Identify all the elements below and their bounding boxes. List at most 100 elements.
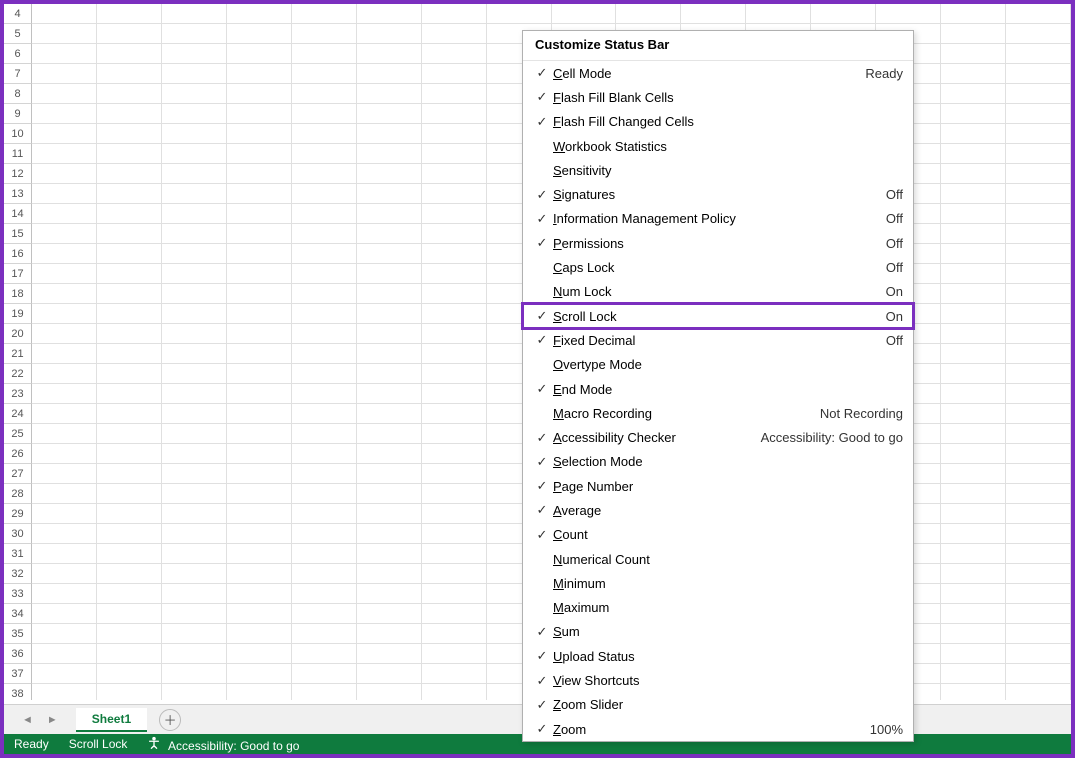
cell[interactable] [1006, 644, 1071, 664]
menu-item-workbook-statistics[interactable]: Workbook Statistics [523, 134, 913, 158]
customize-status-bar-menu[interactable]: Customize Status Bar ✓Cell ModeReady✓Fla… [522, 30, 914, 742]
cell[interactable] [422, 464, 487, 484]
cell[interactable] [941, 444, 1006, 464]
cell[interactable] [292, 384, 357, 404]
cell[interactable] [422, 524, 487, 544]
cell[interactable] [97, 84, 162, 104]
cell[interactable] [292, 204, 357, 224]
cell[interactable] [97, 104, 162, 124]
cell[interactable] [292, 424, 357, 444]
cell[interactable] [422, 264, 487, 284]
cell[interactable] [162, 424, 227, 444]
add-sheet-button[interactable]: ＋ [159, 709, 181, 731]
cell[interactable] [1006, 304, 1071, 324]
cell[interactable] [1006, 404, 1071, 424]
cell[interactable] [227, 484, 292, 504]
cell[interactable] [97, 484, 162, 504]
row-header[interactable]: 7 [4, 64, 32, 84]
cell[interactable] [422, 224, 487, 244]
cell[interactable] [357, 684, 422, 700]
menu-item-upload-status[interactable]: ✓Upload Status [523, 644, 913, 668]
cell[interactable] [357, 164, 422, 184]
cell[interactable] [32, 304, 97, 324]
cell[interactable] [97, 644, 162, 664]
cell[interactable] [422, 284, 487, 304]
cell[interactable] [422, 404, 487, 424]
cell[interactable] [1006, 524, 1071, 544]
cell[interactable] [876, 4, 941, 24]
cell[interactable] [1006, 464, 1071, 484]
cell[interactable] [32, 664, 97, 684]
cell[interactable] [32, 504, 97, 524]
cell[interactable] [292, 164, 357, 184]
cell[interactable] [162, 24, 227, 44]
cell[interactable] [357, 44, 422, 64]
cell[interactable] [162, 444, 227, 464]
cell[interactable] [32, 224, 97, 244]
cell[interactable] [941, 24, 1006, 44]
cell[interactable] [357, 524, 422, 544]
cell[interactable] [227, 384, 292, 404]
cell[interactable] [1006, 124, 1071, 144]
cell[interactable] [32, 404, 97, 424]
cell[interactable] [941, 144, 1006, 164]
menu-item-count[interactable]: ✓Count [523, 523, 913, 547]
cell[interactable] [32, 64, 97, 84]
menu-item-information-management-policy[interactable]: ✓Information Management PolicyOff [523, 207, 913, 231]
cell[interactable] [292, 364, 357, 384]
cell[interactable] [292, 604, 357, 624]
row-header[interactable]: 33 [4, 584, 32, 604]
cell[interactable] [162, 244, 227, 264]
cell[interactable] [357, 484, 422, 504]
cell[interactable] [32, 644, 97, 664]
cell[interactable] [227, 584, 292, 604]
cell[interactable] [1006, 584, 1071, 604]
cell[interactable] [941, 684, 1006, 700]
cell[interactable] [357, 24, 422, 44]
menu-item-caps-lock[interactable]: Caps LockOff [523, 255, 913, 279]
cell[interactable] [162, 324, 227, 344]
cell[interactable] [1006, 4, 1071, 24]
cell[interactable] [32, 344, 97, 364]
cell[interactable] [292, 184, 357, 204]
cell[interactable] [227, 224, 292, 244]
cell[interactable] [292, 444, 357, 464]
cell[interactable] [227, 684, 292, 700]
row-header[interactable]: 32 [4, 564, 32, 584]
cell[interactable] [1006, 284, 1071, 304]
cell[interactable] [941, 164, 1006, 184]
cell[interactable] [292, 4, 357, 24]
cell[interactable] [32, 444, 97, 464]
row-header[interactable]: 23 [4, 384, 32, 404]
cell[interactable] [422, 564, 487, 584]
cell[interactable] [941, 64, 1006, 84]
cell[interactable] [616, 4, 681, 24]
cell[interactable] [162, 484, 227, 504]
cell[interactable] [292, 624, 357, 644]
menu-item-end-mode[interactable]: ✓End Mode [523, 377, 913, 401]
menu-item-num-lock[interactable]: Num LockOn [523, 280, 913, 304]
cell[interactable] [422, 584, 487, 604]
cell[interactable] [1006, 424, 1071, 444]
cell[interactable] [292, 264, 357, 284]
cell[interactable] [941, 524, 1006, 544]
cell[interactable] [97, 24, 162, 44]
cell[interactable] [1006, 684, 1071, 700]
cell[interactable] [97, 164, 162, 184]
cell[interactable] [422, 144, 487, 164]
cell[interactable] [941, 304, 1006, 324]
cell[interactable] [487, 4, 552, 24]
cell[interactable] [1006, 44, 1071, 64]
row-header[interactable]: 37 [4, 664, 32, 684]
cell[interactable] [227, 124, 292, 144]
status-accessibility[interactable]: Accessibility: Good to go [137, 736, 309, 753]
cell[interactable] [357, 444, 422, 464]
cell[interactable] [422, 344, 487, 364]
cell[interactable] [422, 304, 487, 324]
cell[interactable] [292, 64, 357, 84]
cell[interactable] [941, 264, 1006, 284]
cell[interactable] [227, 84, 292, 104]
row-header[interactable]: 26 [4, 444, 32, 464]
cell[interactable] [227, 444, 292, 464]
row-header[interactable]: 35 [4, 624, 32, 644]
